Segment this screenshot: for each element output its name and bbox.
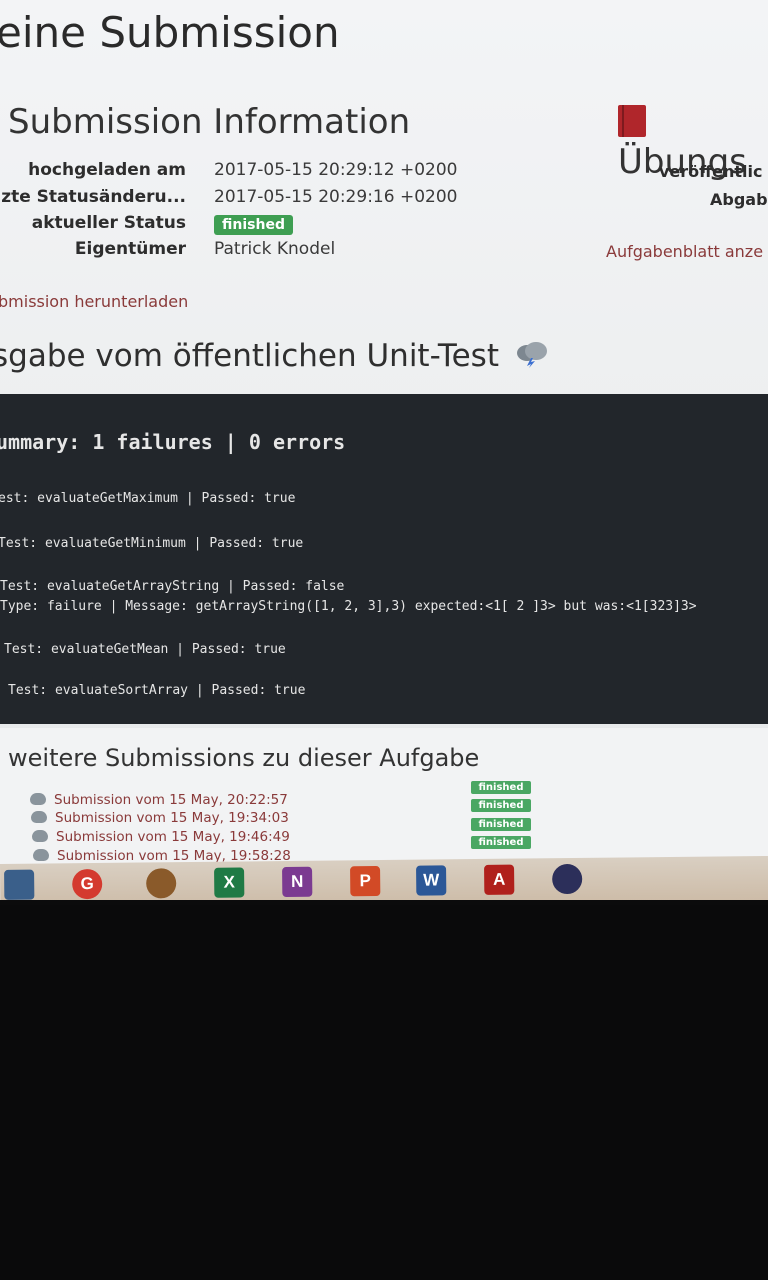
submission-link[interactable]: Submission vom 15 May, 20:22:57	[30, 792, 288, 808]
browser-icon[interactable]: G	[72, 868, 103, 900]
test-line: Test: evaluateGetMinimum | Passed: true	[0, 536, 304, 551]
current-status-label: aktueller Status	[31, 213, 186, 233]
unit-test-heading: sgabe vom öffentlichen Unit-Test	[0, 338, 549, 374]
more-submissions-heading: weitere Submissions zu dieser Aufgabe	[8, 744, 480, 772]
exercise-sheet-link[interactable]: Aufgabenblatt anze	[606, 242, 763, 261]
cloud-icon	[32, 830, 48, 842]
excel-icon[interactable]: X	[214, 867, 245, 898]
last-status-change-label: zte Statusänderu...	[1, 187, 186, 207]
submission-status-badge: finished	[471, 781, 531, 794]
test-summary: ummary: 1 failures | 0 errors	[0, 430, 346, 454]
submission-info-heading: Submission Information	[8, 102, 411, 142]
test-failure-message: Type: failure | Message: getArrayString(…	[0, 599, 697, 614]
submission-status-badge: finished	[471, 836, 531, 849]
media-player-icon[interactable]	[146, 868, 177, 899]
onenote-icon[interactable]: N	[282, 866, 313, 898]
owner-label: Eigentümer	[74, 239, 186, 259]
more-submissions-panel: weitere Submissions zu dieser Aufgabe Su…	[0, 728, 768, 864]
monitor-bezel	[0, 905, 768, 1280]
status-badge-text: finished	[214, 215, 293, 235]
submission-link-text: Submission vom 15 May, 20:22:57	[54, 792, 288, 808]
browser-viewport: eine Submission Submission Information Ü…	[0, 0, 768, 900]
submission-link-text: Submission vom 15 May, 19:46:49	[56, 829, 290, 845]
test-line: Test: evaluateSortArray | Passed: true	[8, 683, 306, 698]
test-line: Test: evaluateGetMean | Passed: true	[4, 642, 286, 657]
page-title: eine Submission	[0, 8, 340, 57]
book-icon	[618, 105, 646, 137]
last-status-change-value: 2017-05-15 20:29:16 +0200	[214, 187, 458, 207]
acrobat-icon[interactable]: A	[484, 864, 515, 895]
cloud-icon	[33, 849, 49, 861]
deadline-label: Abgab	[710, 190, 768, 209]
powerpoint-icon[interactable]: P	[350, 866, 381, 897]
test-line: est: evaluateGetMaximum | Passed: true	[0, 491, 296, 506]
unit-test-output: ummary: 1 failures | 0 errors est: evalu…	[0, 394, 768, 724]
uploaded-label: hochgeladen am	[28, 160, 186, 180]
test-line: Test: evaluateGetArrayString | Passed: f…	[0, 579, 345, 594]
cloud-icon	[31, 811, 47, 823]
windows-taskbar: G X N P W A	[0, 855, 768, 900]
published-label: veröffentlic	[659, 162, 763, 181]
submission-status-badge: finished	[471, 799, 531, 812]
status-badge: finished	[214, 214, 293, 235]
desktop-icon[interactable]	[4, 869, 35, 900]
submission-link[interactable]: Submission vom 15 May, 19:46:49	[32, 829, 290, 845]
storm-cloud-icon	[516, 342, 547, 368]
word-icon[interactable]: W	[416, 865, 447, 896]
submission-link-text: Submission vom 15 May, 19:34:03	[55, 810, 289, 826]
unit-test-heading-text: sgabe vom öffentlichen Unit-Test	[0, 338, 499, 374]
download-submission-link[interactable]: bmission herunterladen	[0, 292, 188, 311]
uploaded-value: 2017-05-15 20:29:12 +0200	[214, 160, 458, 180]
submission-link[interactable]: Submission vom 15 May, 19:34:03	[31, 810, 289, 826]
submission-status-badge: finished	[471, 818, 531, 831]
owner-value: Patrick Knodel	[214, 239, 336, 259]
cloud-icon	[30, 793, 46, 805]
eclipse-icon[interactable]	[552, 863, 583, 895]
